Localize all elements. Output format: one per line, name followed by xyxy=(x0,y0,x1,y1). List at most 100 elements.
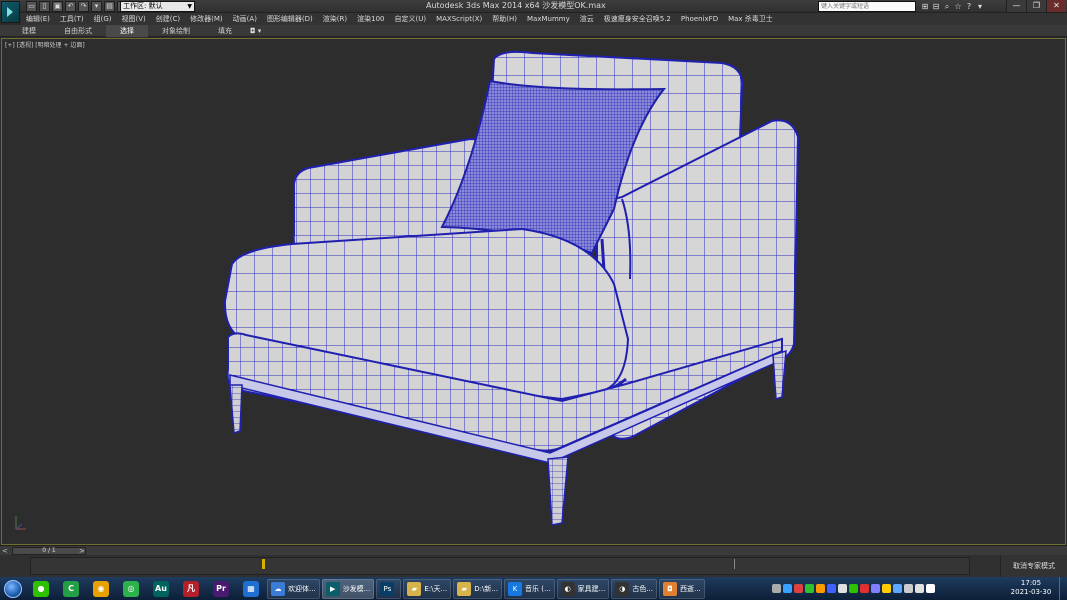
show-desktop-button[interactable] xyxy=(1059,577,1067,600)
taskbar-window-button[interactable]: ▰ D:\新... xyxy=(453,578,502,599)
chrome-icon: ◉ xyxy=(93,580,109,597)
quick-access-icon[interactable]: ▾ xyxy=(91,1,102,12)
app-icon: ▰ xyxy=(457,581,472,596)
workspace-dropdown[interactable]: 工作区: 默认 ▼ xyxy=(120,1,195,12)
windows-taskbar: ● C ◉ ◎ Au 凡 Pr ▦ ☁ 欢迎体... ▶ 沙发模... Ps ▰ E:\天... ▰ D:\新.… xyxy=(0,577,1067,600)
ribbon-tab[interactable]: 自由形式 xyxy=(50,25,106,37)
quick-access-icon[interactable]: ▣ xyxy=(52,1,63,12)
minimize-button[interactable]: — xyxy=(1006,0,1026,12)
grid-app-icon: ▦ xyxy=(243,580,259,597)
taskbar-window-button[interactable]: ◑ 古色... xyxy=(611,578,658,599)
taskbar-pinned-app[interactable]: 凡 xyxy=(180,579,202,599)
taskbar-window-button[interactable]: K 音乐 (... xyxy=(504,578,555,599)
info-center-icon[interactable]: ⊞ xyxy=(920,1,930,12)
menu-item[interactable]: MaxMummy xyxy=(522,13,575,25)
tray-icon[interactable] xyxy=(915,584,924,593)
quick-access-icon[interactable]: ▯ xyxy=(39,1,50,12)
app-icon: ◑ xyxy=(615,581,630,596)
track-bar-ruler[interactable] xyxy=(30,557,970,575)
tray-icon[interactable] xyxy=(794,584,803,593)
tray-icon[interactable] xyxy=(926,584,935,593)
info-center-icon[interactable]: ⊟ xyxy=(931,1,941,12)
tray-icon[interactable] xyxy=(860,584,869,593)
taskbar-window-label: 沙发模... xyxy=(342,584,371,593)
close-button[interactable]: ✕ xyxy=(1046,0,1066,12)
menu-item[interactable]: Max 杀毒卫士 xyxy=(723,13,778,25)
taskbar-pinned-app[interactable]: Au xyxy=(150,579,172,599)
sofa-model[interactable] xyxy=(2,39,1065,544)
ribbon-options-button[interactable]: ◘ ▾ xyxy=(250,27,261,35)
taskbar-pinned-app[interactable]: Pr xyxy=(210,579,232,599)
maximize-button[interactable]: ❐ xyxy=(1026,0,1046,12)
menu-item[interactable]: 视图(V) xyxy=(117,13,151,25)
menu-item[interactable]: 编辑(E) xyxy=(21,13,55,25)
taskbar-window-button[interactable]: ◐ 家具建... xyxy=(556,578,610,599)
taskbar-pinned-app[interactable]: ▦ xyxy=(240,579,262,599)
menu-item[interactable]: 工具(T) xyxy=(55,13,89,25)
taskbar-window-button[interactable]: ▶ 沙发模... xyxy=(321,578,375,599)
taskbar-pinned-app[interactable]: ◉ xyxy=(90,579,112,599)
quick-access-toolbar: ▭▯▣↶↷▾▤▾ xyxy=(26,1,128,12)
menu-item[interactable]: 帮助(H) xyxy=(487,13,522,25)
ribbon-tab[interactable]: 对象绘制 xyxy=(148,25,204,37)
time-slider-next-button[interactable]: > xyxy=(79,547,85,555)
perspective-viewport[interactable]: [+] [透视] [明暗处理 + 边面] xyxy=(1,38,1066,545)
tray-icon[interactable] xyxy=(838,584,847,593)
taskbar-pinned-app[interactable]: ◎ xyxy=(120,579,142,599)
menu-item[interactable]: PhoenixFD xyxy=(676,13,723,25)
tray-icon[interactable] xyxy=(871,584,880,593)
quick-access-icon[interactable]: ▭ xyxy=(26,1,37,12)
app-logo-icon[interactable] xyxy=(1,1,20,23)
ribbon-tab[interactable]: 选择 xyxy=(106,24,148,37)
menu-item[interactable]: MAXScript(X) xyxy=(431,13,487,25)
frame-counter: 0 / 1 xyxy=(42,547,56,554)
taskbar-window-label: 古色... xyxy=(632,584,654,593)
tray-icon[interactable] xyxy=(816,584,825,593)
time-slider-prev-button[interactable]: < xyxy=(2,547,10,555)
ribbon-tab[interactable]: 填充 xyxy=(204,25,246,37)
system-clock[interactable]: 17:05 2021-03-30 xyxy=(1009,579,1053,597)
menu-item[interactable]: 自定义(U) xyxy=(390,13,432,25)
frame-marker xyxy=(734,559,735,569)
tray-icon[interactable] xyxy=(849,584,858,593)
menu-item[interactable]: 渲染100 xyxy=(352,13,389,25)
menu-item[interactable]: 修改器(M) xyxy=(185,13,228,25)
info-center-icon[interactable]: ▾ xyxy=(975,1,985,12)
taskbar-window-button[interactable]: ◘ 西逝... xyxy=(659,578,705,599)
time-slider[interactable]: < 0 / 1 > xyxy=(0,545,1067,555)
taskbar-window-button[interactable]: Ps xyxy=(376,578,402,599)
info-center-icon[interactable]: ☆ xyxy=(953,1,963,12)
menu-item[interactable]: 创建(C) xyxy=(151,13,185,25)
track-bar[interactable] xyxy=(0,555,1000,577)
taskbar-window-label: E:\天... xyxy=(424,584,448,593)
taskbar-window-button[interactable]: ☁ 欢迎体... xyxy=(267,578,320,599)
menu-item[interactable]: 动画(A) xyxy=(228,13,262,25)
quick-access-icon[interactable]: ↶ xyxy=(65,1,76,12)
quick-access-icon[interactable]: ↷ xyxy=(78,1,89,12)
info-center-icon[interactable]: ? xyxy=(964,1,974,12)
tray-icon[interactable] xyxy=(783,584,792,593)
menu-item[interactable]: 极速瘦身安全召唤5.2 xyxy=(599,13,676,25)
cancel-expert-mode-button[interactable]: 取消专家模式 xyxy=(1000,555,1067,577)
tray-icon[interactable] xyxy=(882,584,891,593)
taskbar-window-button[interactable]: ▰ E:\天... xyxy=(403,578,452,599)
tray-icon[interactable] xyxy=(772,584,781,593)
tray-icon[interactable] xyxy=(904,584,913,593)
search-input[interactable]: 键入关键字或短语 xyxy=(818,1,916,12)
ribbon-tab[interactable]: 建模 xyxy=(8,25,50,37)
tray-icon[interactable] xyxy=(893,584,902,593)
info-center-icon[interactable]: ⌕ xyxy=(942,1,952,12)
menu-item[interactable]: 组(G) xyxy=(89,13,117,25)
app-icon: ▰ xyxy=(407,581,422,596)
taskbar-pinned-app[interactable]: ● xyxy=(30,579,52,599)
taskbar-pinned-app[interactable]: C xyxy=(60,579,82,599)
clock-date: 2021-03-30 xyxy=(1010,588,1052,596)
tray-icon[interactable] xyxy=(827,584,836,593)
tray-icon[interactable] xyxy=(805,584,814,593)
quick-access-icon[interactable]: ▤ xyxy=(104,1,115,12)
start-button[interactable] xyxy=(0,578,26,600)
menu-item[interactable]: 图形编辑器(D) xyxy=(262,13,318,25)
menu-item[interactable]: 渲染(R) xyxy=(318,13,352,25)
keyframe-marker[interactable] xyxy=(262,559,265,569)
menu-item[interactable]: 渲云 xyxy=(575,13,599,25)
